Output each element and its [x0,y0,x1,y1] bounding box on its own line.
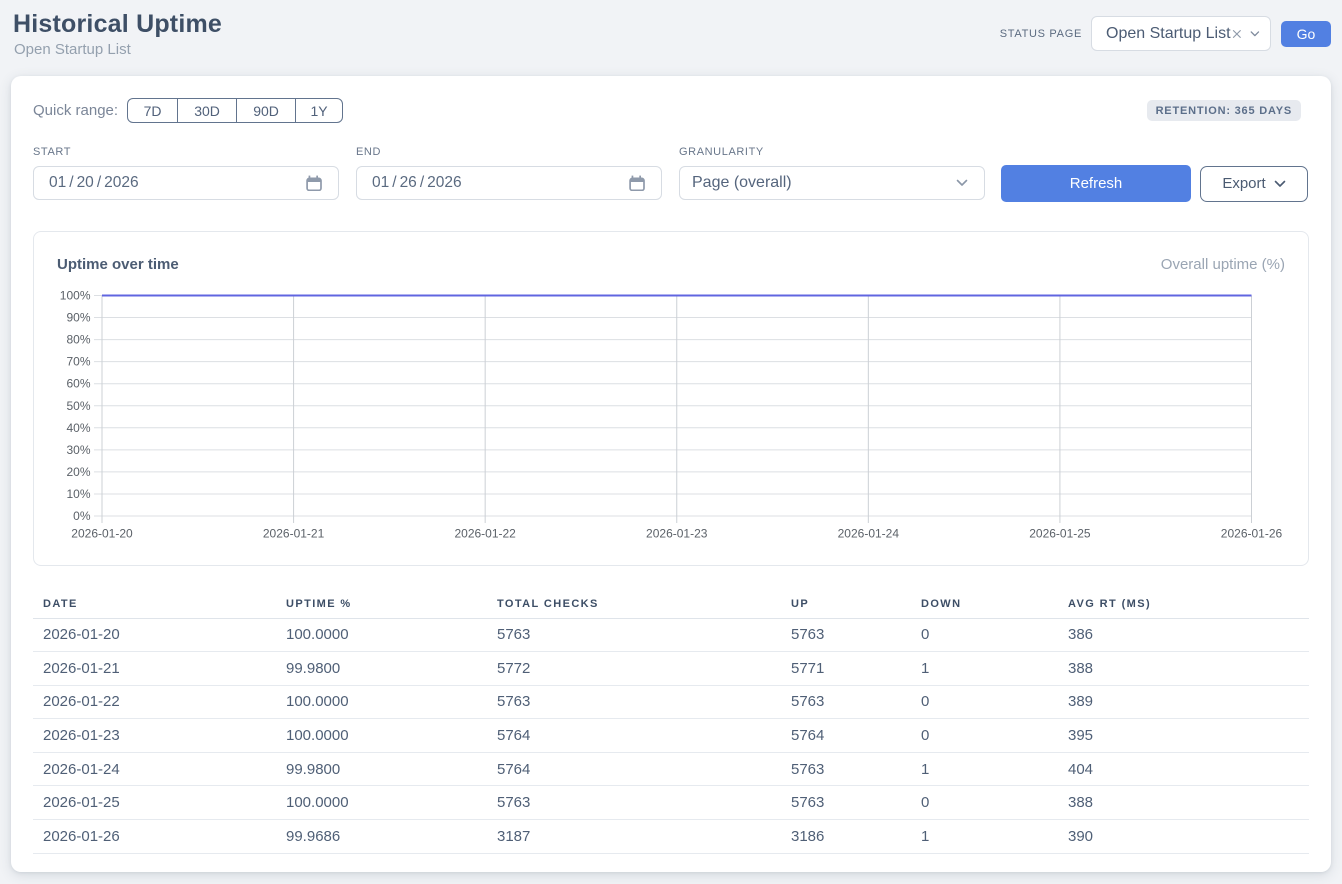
svg-text:90%: 90% [66,311,90,325]
svg-text:10%: 10% [66,487,90,501]
svg-text:20%: 20% [66,465,90,479]
svg-text:2026-01-21: 2026-01-21 [263,527,325,541]
svg-text:70%: 70% [66,355,90,369]
svg-text:2026-01-26: 2026-01-26 [1221,527,1283,541]
svg-text:0%: 0% [73,509,91,523]
svg-text:2026-01-23: 2026-01-23 [646,527,708,541]
svg-text:2026-01-20: 2026-01-20 [71,527,133,541]
svg-text:2026-01-22: 2026-01-22 [454,527,516,541]
svg-text:60%: 60% [66,377,90,391]
svg-text:2026-01-25: 2026-01-25 [1029,527,1091,541]
svg-text:2026-01-24: 2026-01-24 [838,527,900,541]
svg-text:30%: 30% [66,443,90,457]
svg-text:80%: 80% [66,333,90,347]
svg-text:50%: 50% [66,399,90,413]
svg-text:100%: 100% [60,289,91,303]
svg-text:40%: 40% [66,421,90,435]
